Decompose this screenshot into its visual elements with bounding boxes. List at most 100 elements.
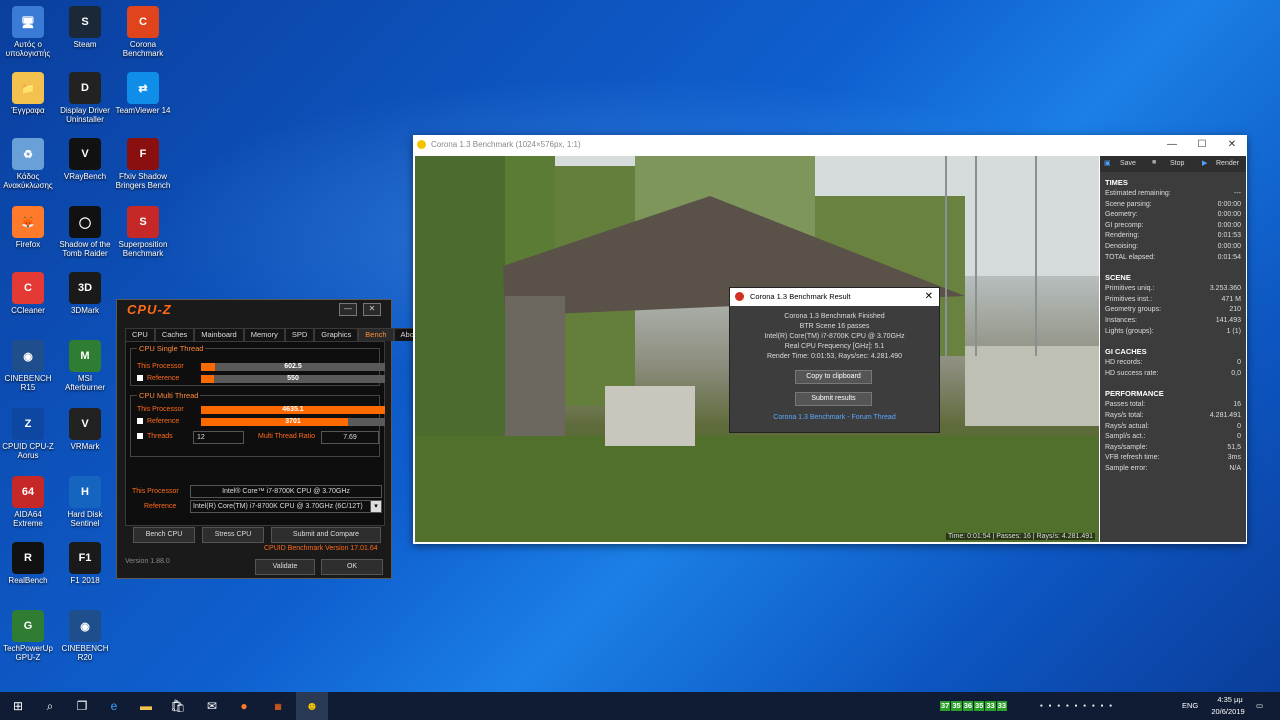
tray-icons[interactable]: ▪▪▪▪▪▪▪▪▪ bbox=[1040, 701, 1118, 711]
app-icon: 🦊 bbox=[12, 206, 44, 238]
app-icon: 3D bbox=[69, 272, 101, 304]
edge-icon[interactable]: e bbox=[98, 692, 130, 720]
app-icon: G bbox=[12, 610, 44, 642]
desktop-icon[interactable]: F Ffxiv Shadow Bringers Bench bbox=[115, 138, 171, 190]
threads-label: Threads bbox=[137, 433, 173, 440]
tab-graphics[interactable]: Graphics bbox=[314, 328, 359, 341]
language-indicator[interactable]: ENG bbox=[1182, 701, 1198, 711]
desktop-icon-label: RealBench bbox=[8, 576, 48, 585]
folder-icon[interactable]: ▬ bbox=[130, 692, 162, 720]
corona-titlebar[interactable]: Corona 1.3 Benchmark (1024×576px, 1:1) —… bbox=[413, 135, 1247, 155]
desktop-icon[interactable]: S Steam bbox=[57, 6, 113, 49]
single-this-bar: 602.5 bbox=[201, 363, 385, 371]
tab-cpu[interactable]: CPU bbox=[125, 328, 155, 341]
desktop-icon[interactable]: M MSI Afterburner bbox=[57, 340, 113, 392]
cpuz-version: Version 1.88.0 bbox=[125, 558, 170, 565]
desktop-icon[interactable]: F1 F1 2018 bbox=[57, 542, 113, 585]
desktop-icon[interactable]: 🦊 Firefox bbox=[0, 206, 56, 249]
desktop-icon[interactable]: D Display Driver Uninstaller bbox=[57, 72, 113, 124]
desktop-icon[interactable]: 64 AIDA64 Extreme bbox=[0, 476, 56, 528]
desktop-icon[interactable]: 📁 Έγγραφα bbox=[0, 72, 56, 115]
stats-value: 0:00:00 bbox=[1217, 221, 1241, 229]
desktop-icon[interactable]: H Hard Disk Sentinel bbox=[57, 476, 113, 528]
desktop-icon[interactable]: ◯ Shadow of the Tomb Raider bbox=[57, 206, 113, 258]
reference-select[interactable]: Intel(R) Core(TM) i7-8700K CPU @ 3.70GHz… bbox=[190, 500, 374, 513]
submit-results-button[interactable]: Submit results bbox=[795, 392, 872, 406]
copy-clipboard-button[interactable]: Copy to clipboard bbox=[795, 370, 872, 384]
multi-ref-value: 3701 bbox=[285, 418, 301, 425]
stats-key: Rendering: bbox=[1105, 232, 1140, 240]
desktop-icon[interactable]: V VRMark bbox=[57, 408, 113, 451]
this-processor-value: Intel® Core™ i7-8700K CPU @ 3.70GHz bbox=[190, 485, 382, 498]
close-icon[interactable]: ✕ bbox=[1217, 135, 1247, 155]
task-view-icon[interactable]: ❐ bbox=[66, 692, 98, 720]
minimize-icon[interactable]: — bbox=[1157, 135, 1187, 155]
firefox-icon[interactable]: ● bbox=[228, 692, 260, 720]
search-icon[interactable]: ⌕ bbox=[34, 692, 66, 720]
taskbar: ⊞ ⌕ ❐ e ▬ 🛍 ✉ ● ▦ ☻ 37 35 36 35 33 33 ▪▪▪▪▪▪▪… bbox=[0, 692, 1280, 720]
bench-cpu-button[interactable]: Bench CPU bbox=[133, 527, 195, 543]
desktop-icon-label: F1 2018 bbox=[70, 576, 100, 585]
stats-value: 0:00:00 bbox=[1217, 200, 1241, 208]
store-icon[interactable]: 🛍 bbox=[162, 692, 194, 720]
threads-checkbox[interactable] bbox=[137, 433, 143, 440]
ok-button[interactable]: OK bbox=[321, 559, 383, 575]
stop-button[interactable]: Stop bbox=[1170, 160, 1184, 167]
cpuz-taskbar-icon[interactable]: ▦ bbox=[262, 692, 294, 720]
multi-ref-label: Reference bbox=[137, 418, 179, 425]
single-ref-checkbox[interactable] bbox=[137, 375, 143, 382]
mail-icon[interactable]: ✉ bbox=[196, 692, 228, 720]
tab-memory[interactable]: Memory bbox=[243, 328, 285, 341]
render-button[interactable]: Render bbox=[1216, 160, 1239, 167]
stats-key: Passes total: bbox=[1105, 401, 1146, 409]
cpuz-window: CPU-Z — ✕ CPU Caches Mainboard Memory SP… bbox=[116, 299, 428, 579]
desktop-icon[interactable]: 3D 3DMark bbox=[57, 272, 113, 315]
stop-icon[interactable]: ■ bbox=[1152, 159, 1156, 166]
clock-time[interactable]: 4:35 μμ bbox=[1210, 695, 1250, 705]
desktop-icon[interactable]: C CCleaner bbox=[0, 272, 56, 315]
notifications-icon[interactable]: ▭ bbox=[1256, 701, 1263, 711]
desktop-icon[interactable]: R RealBench bbox=[0, 542, 56, 585]
tab-mainboard[interactable]: Mainboard bbox=[194, 328, 244, 341]
forum-link[interactable]: Corona 1.3 Benchmark - Forum Thread bbox=[730, 414, 939, 421]
desktop-icon[interactable]: V VRayBench bbox=[57, 138, 113, 181]
cpuz-tabs: CPU Caches Mainboard Memory SPD Graphics… bbox=[125, 328, 428, 341]
maximize-icon[interactable]: ☐ bbox=[1187, 135, 1217, 155]
multi-ref-checkbox[interactable] bbox=[137, 418, 143, 425]
tab-caches[interactable]: Caches bbox=[154, 328, 195, 341]
desktop-icon[interactable]: C Corona Benchmark bbox=[115, 6, 171, 58]
desktop-icon[interactable]: 🖥 Αυτός ο υπολογιστής bbox=[0, 6, 56, 58]
close-icon[interactable]: ✕ bbox=[925, 288, 933, 306]
render-icon[interactable]: ▶ bbox=[1202, 159, 1207, 167]
desktop-icon[interactable]: ◉ CINEBENCH R15 bbox=[0, 340, 56, 392]
multi-ref-bar: 3701 bbox=[201, 418, 385, 426]
validate-button[interactable]: Validate bbox=[255, 559, 315, 575]
desktop-icon-label: CINEBENCH R20 bbox=[61, 644, 109, 662]
tab-spd[interactable]: SPD bbox=[284, 328, 315, 341]
save-icon[interactable]: ▣ bbox=[1104, 159, 1111, 167]
stats-row: Rays/s total: 4.281.491 bbox=[1105, 411, 1241, 421]
stress-cpu-button[interactable]: Stress CPU bbox=[202, 527, 264, 543]
submit-compare-button[interactable]: Submit and Compare bbox=[271, 527, 381, 543]
stats-key: GI precomp: bbox=[1105, 221, 1144, 229]
desktop-icon[interactable]: ♻ Κάδος Ανακύκλωσης bbox=[0, 138, 56, 190]
single-thread-group: CPU Single Thread This Processor 602.5 R… bbox=[130, 344, 385, 386]
cpuz-titlebar[interactable]: CPU-Z — ✕ bbox=[117, 300, 391, 318]
desktop-icon[interactable]: G TechPowerUp GPU-Z bbox=[0, 610, 56, 662]
stats-row: HD records: 0 bbox=[1105, 358, 1241, 368]
single-ref-bar: 550 bbox=[201, 375, 385, 383]
threads-select[interactable]: 12 bbox=[193, 431, 244, 444]
desktop-icon[interactable]: ⇄ TeamViewer 14 bbox=[115, 72, 171, 115]
clock-date[interactable]: 20/6/2019 bbox=[1206, 707, 1250, 717]
chevron-down-icon[interactable]: ▾ bbox=[370, 500, 382, 513]
minimize-button[interactable]: — bbox=[339, 303, 357, 316]
desktop-icon[interactable]: ◉ CINEBENCH R20 bbox=[57, 610, 113, 662]
corona-taskbar-icon[interactable]: ☻ bbox=[296, 692, 328, 720]
close-button[interactable]: ✕ bbox=[363, 303, 381, 316]
save-button[interactable]: Save bbox=[1120, 160, 1136, 167]
result-dialog-titlebar[interactable]: Corona 1.3 Benchmark Result ✕ bbox=[730, 288, 939, 306]
tab-bench[interactable]: Bench bbox=[358, 328, 394, 341]
desktop-icon[interactable]: Z CPUID CPU-Z Aorus bbox=[0, 408, 56, 460]
windows-start-icon[interactable]: ⊞ bbox=[2, 692, 34, 720]
desktop-icon[interactable]: S Superposition Benchmark bbox=[115, 206, 171, 258]
